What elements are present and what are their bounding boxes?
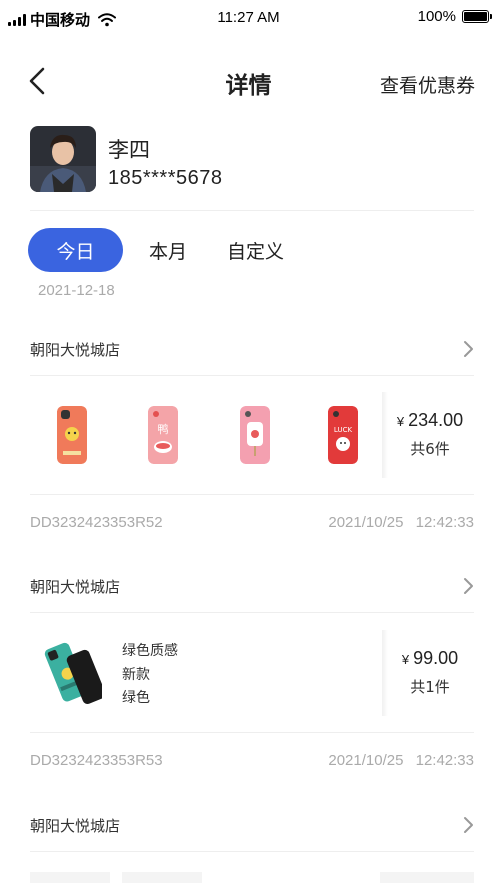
svg-text:LUCK: LUCK [334, 426, 353, 434]
product-attr-style: 新款 [122, 666, 150, 683]
product-image [42, 636, 106, 712]
store-name: 朝阳大悦城店 [30, 817, 121, 835]
price-value: 234.00 [408, 410, 464, 430]
nav-bar: 详情 查看优惠券 [0, 56, 497, 106]
battery-fill [464, 12, 487, 21]
order-id: DD3232423353R52 [30, 514, 163, 531]
chevron-right-icon [464, 817, 473, 833]
tab-today[interactable]: 今日 [28, 228, 123, 272]
product-attr-texture: 绿色质感 [122, 643, 178, 659]
divider [30, 851, 474, 852]
date-tabs: 今日 本月 自定义 [28, 228, 324, 272]
divider [30, 210, 474, 211]
price-value: 99.00 [413, 648, 459, 668]
price-placeholder [380, 872, 474, 883]
product-image [57, 406, 87, 464]
status-bar: 中国移动 11:27 AM 100% [0, 0, 497, 36]
tab-this-month[interactable]: 本月 [149, 237, 187, 264]
order-id: DD3232423353R53 [30, 752, 163, 769]
chevron-right-icon [464, 578, 473, 594]
price-divider-shadow [382, 630, 388, 716]
price-summary: ¥234.00 共6件 [382, 376, 474, 494]
order-price: ¥234.00 [386, 410, 474, 431]
price-divider-shadow [382, 392, 388, 478]
order-products[interactable]: 鸭 LUCK ¥ 234.00 共6件 [30, 376, 474, 494]
product-image [240, 406, 270, 464]
battery-icon [462, 10, 492, 23]
divider [30, 612, 474, 613]
product-image-placeholder [122, 872, 202, 883]
currency-symbol: ¥ [401, 652, 410, 667]
order-detail-page: 中国移动 11:27 AM 100% 详情 查看优惠券 李四 185****56… [0, 0, 497, 883]
item-count: 共1件 [410, 678, 450, 696]
product-thumbnails: 鸭 LUCK [30, 376, 385, 494]
battery-label: 100% [417, 8, 456, 25]
order-meta: DD3232423353R53 2021/10/25 12:42:33 [30, 750, 474, 774]
product-attributes: 绿色质感 新款 绿色 [122, 640, 178, 711]
price-summary: ¥99.00 共1件 [382, 614, 474, 732]
currency-symbol: ¥ [396, 414, 405, 429]
store-name: 朝阳大悦城店 [30, 341, 121, 359]
store-row[interactable]: 朝阳大悦城店 [30, 810, 474, 840]
divider [30, 732, 474, 733]
view-coupons-link[interactable]: 查看优惠券 [380, 71, 475, 98]
store-row[interactable]: 朝阳大悦城店 [30, 334, 474, 364]
tab-custom[interactable]: 自定义 [227, 237, 284, 264]
order-products[interactable]: 绿色质感 新款 绿色 ¥99.00 共1件 [30, 614, 474, 732]
product-image-placeholder [30, 872, 110, 883]
product-attr-color: 绿色 [122, 690, 150, 706]
order-price: ¥99.00 [386, 648, 474, 669]
order-time: 2021/10/25 12:42:33 [328, 752, 474, 769]
user-name: 李四 [108, 138, 150, 162]
chevron-right-icon [464, 341, 473, 357]
item-count: 共6件 [410, 440, 450, 458]
user-phone: 185****5678 [108, 167, 223, 189]
divider [30, 494, 474, 495]
svg-text:鸭: 鸭 [158, 423, 169, 436]
store-row[interactable]: 朝阳大悦城店 [30, 571, 474, 601]
order-time: 2021/10/25 12:42:33 [328, 514, 474, 531]
product-image: 鸭 [148, 406, 178, 464]
product-image: LUCK [328, 406, 358, 464]
order-meta: DD3232423353R52 2021/10/25 12:42:33 [30, 512, 474, 536]
battery-group: 100% [417, 8, 492, 25]
store-name: 朝阳大悦城店 [30, 578, 121, 596]
user-profile: 李四 185****5678 [30, 126, 470, 192]
selected-date: 2021-12-18 [38, 282, 115, 299]
avatar [30, 126, 96, 192]
